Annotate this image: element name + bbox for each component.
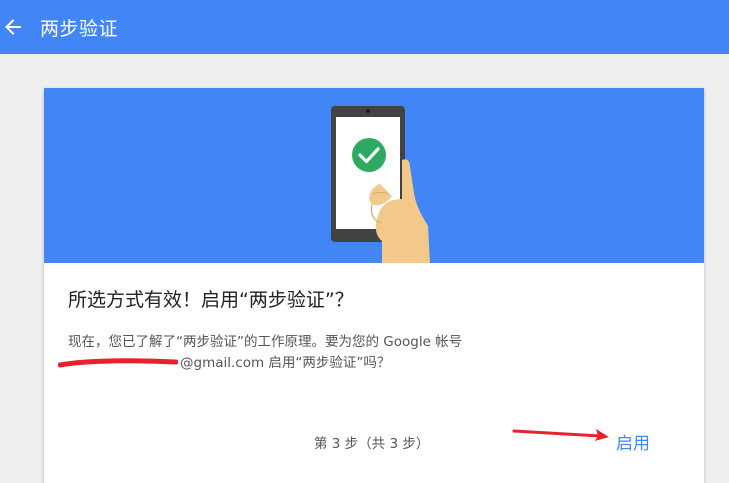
page-title: 两步验证 xyxy=(40,17,119,40)
arrow-left-icon xyxy=(5,19,21,35)
enable-button[interactable]: 启用 xyxy=(616,429,650,454)
back-button[interactable] xyxy=(0,14,26,40)
card-heading: 所选方式有效！启用“两步验证”？ xyxy=(68,289,354,311)
redaction-mark xyxy=(58,358,178,368)
app-bar: 两步验证 xyxy=(0,0,729,54)
description-line-2: @gmail.com 启用“两步验证”吗？ xyxy=(58,353,668,374)
email-domain-text: @gmail.com 启用“两步验证”吗？ xyxy=(180,355,391,371)
annotation-arrow-icon xyxy=(512,429,609,441)
step-indicator: 第 3 步（共 3 步） xyxy=(314,436,430,452)
confirmation-card: 所选方式有效！启用“两步验证”？ 现在，您已了解了“两步验证”的工作原理。要为您… xyxy=(44,88,704,483)
description-line-1: 现在，您已了解了“两步验证”的工作原理。要为您的 Google 帐号 xyxy=(68,334,463,350)
card-description: 现在，您已了解了“两步验证”的工作原理。要为您的 Google 帐号 @gmai… xyxy=(58,332,668,374)
phone-checkmark-illustration xyxy=(331,106,430,263)
hero-banner xyxy=(44,88,704,263)
